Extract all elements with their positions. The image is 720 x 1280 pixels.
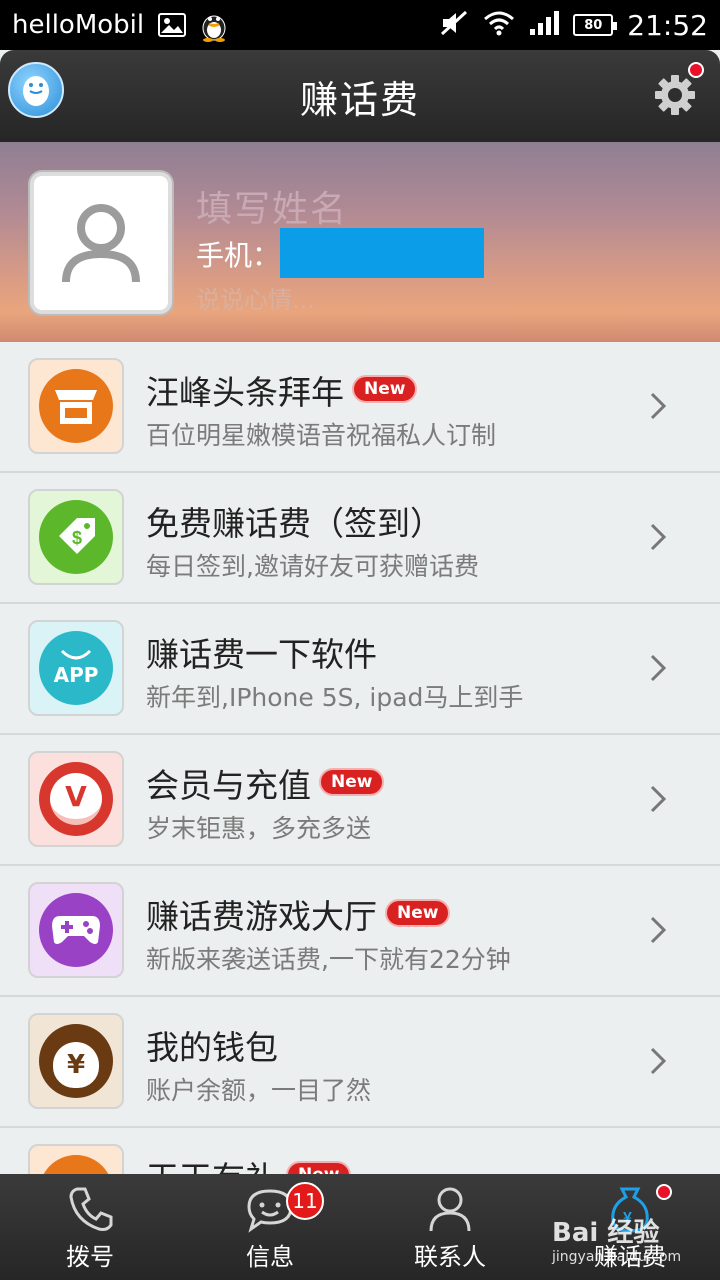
price-tag-icon: $ [28,489,124,585]
watermark-line1: Bai 经验 [552,1218,660,1248]
unread-count-badge: 11 [286,1182,324,1220]
qq-penguin-icon [200,8,228,42]
vip-icon-text: V [65,779,87,813]
menu-item-wallet[interactable]: ¥ 我的钱包 账户余额，一目了然 [0,997,720,1128]
phone-number-redacted [280,228,484,278]
new-badge: New [286,1160,352,1174]
svg-text:$: $ [72,528,82,548]
notification-dot [688,62,704,78]
menu-item-download-app[interactable]: APP 赚话费一下软件 新年到,IPhone 5S, ipad马上到手 [0,604,720,735]
yen-icon-text: ¥ [66,1050,86,1080]
page-title: 赚话费 [299,77,420,122]
vip-icon: V [28,751,124,847]
mood-field[interactable]: 说说心情... [196,280,315,315]
qq-avatar-button[interactable] [8,62,64,118]
menu-item-checkin[interactable]: $ 免费赚话费（签到） 每日签到,邀请好友可获赠话费 [0,473,720,604]
menu-item-vip-recharge[interactable]: V 会员与充值 New 岁末钜惠，多充多送 [0,735,720,866]
menu-item-title: 赚话费一下软件 [146,635,377,674]
menu-item-subtitle: 新版来袭送话费,一下就有22分钟 [146,945,511,974]
menu-item-subtitle: 每日签到,邀请好友可获赠话费 [146,552,479,581]
tab-contacts[interactable]: 联系人 [360,1174,540,1280]
app-header: 赚话费 [0,50,720,142]
gear-icon [655,75,695,115]
menu-list: 汪峰头条拜年 New 百位明星嫩模语音祝福私人订制 $ 免费赚话费（签到） 每日签… [0,342,720,1174]
menu-item-title: 天天有礼New [146,1152,352,1174]
store-icon [28,358,124,454]
mute-icon [439,9,469,41]
menu-item-subtitle: 新年到,IPhone 5S, ipad马上到手 [146,683,524,712]
signal-icon [529,10,560,40]
new-badge: New [319,767,385,796]
contact-icon [429,1187,471,1232]
tab-label: 联系人 [414,1243,486,1271]
menu-item-game-hall[interactable]: 赚话费游戏大厅 New 新版来袭送话费,一下就有22分钟 [0,866,720,997]
app-icon-text: APP [53,663,99,687]
phone-icon [69,1187,113,1231]
qq-penguin-icon [23,76,49,106]
menu-item-subtitle: 岁末钜惠，多充多送 [146,814,372,843]
status-bar: helloMobil 80 21:52 [0,0,720,50]
menu-item-subtitle: 账户余额，一目了然 [146,1076,372,1105]
profile-photo[interactable] [30,172,172,314]
profile-card: 填写姓名 手机： 说说心情... [0,142,720,342]
menu-item-title: 免费赚话费（签到） [146,504,443,543]
menu-item-daily-gift[interactable]: 天天有礼New [0,1128,720,1174]
image-icon [158,13,187,37]
wifi-icon [483,10,515,40]
money-bag-icon: ¥ [28,1013,124,1109]
chevron-right-icon [650,392,666,420]
gift-icon [28,1144,124,1174]
menu-item-title: 赚话费游戏大厅 New [146,890,451,938]
battery-icon: 80 [573,14,618,36]
name-field[interactable]: 填写姓名 [196,180,348,232]
tab-messages[interactable]: 信息 11 [180,1174,360,1280]
person-placeholder-icon [62,204,140,283]
carrier-label: helloMobil [12,10,145,40]
chevron-right-icon [650,916,666,944]
tab-label: 拨号 [66,1243,114,1271]
chevron-right-icon [650,785,666,813]
clock: 21:52 [627,8,708,42]
watermark-line2: jingyan.baidu.com [552,1249,682,1265]
menu-item-title: 会员与充值 New [146,759,385,807]
tab-dial[interactable]: 拨号 [0,1174,180,1280]
baidu-jingyan-watermark: Bai 经验 jingyan.baidu.com [552,1212,702,1272]
new-badge: New [352,374,418,403]
settings-button[interactable] [652,62,704,118]
tab-label: 信息 [246,1243,294,1271]
menu-item-title: 汪峰头条拜年 New [146,366,418,414]
menu-item-title: 我的钱包 [146,1028,278,1067]
new-badge: New [385,898,451,927]
gamepad-icon [28,882,124,978]
chevron-right-icon [650,523,666,551]
phone-label: 手机： [196,239,281,272]
chevron-right-icon [650,654,666,682]
chevron-right-icon [650,1047,666,1075]
notification-dot [656,1184,672,1200]
app-bag-icon: APP [28,620,124,716]
menu-item-subtitle: 百位明星嫩模语音祝福私人订制 [146,421,497,450]
menu-item-wangfeng[interactable]: 汪峰头条拜年 New 百位明星嫩模语音祝福私人订制 [0,342,720,473]
